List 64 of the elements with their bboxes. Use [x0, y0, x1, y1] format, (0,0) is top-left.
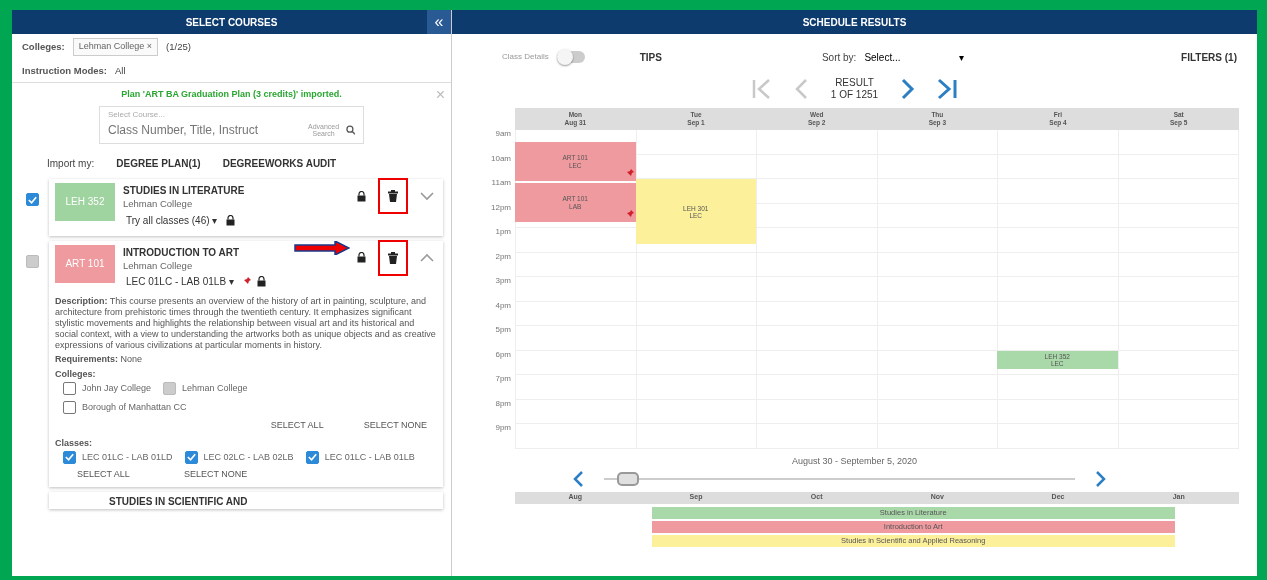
chevron-down-icon[interactable]: [420, 191, 434, 201]
lock-icon[interactable]: [256, 276, 266, 288]
course-requirements: Requirements: None: [55, 354, 144, 366]
hour-label: 1pm: [495, 227, 511, 236]
checkbox-label: LEC 02LC - LAB 02LB: [203, 450, 294, 464]
hour-label: 9pm: [495, 423, 511, 432]
arrow-icon: [294, 240, 350, 255]
import-button[interactable]: DEGREE PLAN(1): [116, 156, 201, 172]
filter-label: Colleges:: [22, 39, 65, 54]
course-badge: LEH 352: [55, 183, 115, 222]
section-label: Classes:: [55, 437, 94, 451]
panel-title: SCHEDULE RESULTS: [802, 15, 907, 30]
hour-label: 5pm: [495, 325, 511, 334]
course-title: STUDIES IN LITERATURE: [123, 184, 245, 199]
course-description: Description: This course presents an overview of the history of art in painting, sculpture, and architecture from prehistoric times through the twentieth century. It emphasizes significant stylistic movements and highlights the relationship between visual art and its historical and social context, with a view to understanding the artworks both as unique objects and as creative expressions of various civilizations at particular moments in history.: [55, 296, 437, 352]
previous-week-button[interactable]: [572, 470, 584, 488]
section-dropdown[interactable]: Try all classes (46) ▾: [123, 209, 221, 231]
last-button[interactable]: [936, 77, 959, 101]
toggle-switch[interactable]: [556, 51, 585, 63]
hour-label: 10am: [491, 153, 511, 163]
hour-label: 2pm: [495, 251, 511, 261]
checkbox-label: John Jay College: [82, 381, 152, 395]
import-notice: Plan 'ART BA Graduation Plan (3 credits)' imported.: [121, 88, 342, 99]
lock-icon[interactable]: [226, 214, 236, 226]
checkbox-label: Borough of Manhattan CC: [82, 401, 187, 415]
import-button[interactable]: DEGREEWORKS AUDIT: [222, 156, 337, 172]
hour-label: 3pm: [495, 276, 511, 285]
slider-thumb[interactable]: [616, 472, 639, 486]
course-title: STUDIES IN SCIENTIFIC AND: [109, 495, 248, 507]
section-label: Colleges:: [55, 368, 97, 382]
highlight-box: [378, 239, 408, 276]
hour-label: 7pm: [495, 374, 511, 383]
hour-label: 8pm: [495, 398, 511, 408]
sort-label: Sort by:: [821, 50, 857, 65]
highlight-box: [378, 178, 408, 215]
panel-title: SELECT COURSES: [185, 15, 278, 30]
toggle-label: Class Details: [502, 51, 549, 63]
search-icon[interactable]: [345, 124, 355, 137]
checkbox-label: LEC 01LC - LAB 01LD: [82, 450, 173, 464]
hour-label: 12pm: [491, 202, 511, 212]
checkbox-label: Lehman College: [182, 381, 248, 395]
filter-value: All: [115, 63, 126, 78]
hour-label: 9am: [495, 129, 511, 138]
filter-count: (1/25): [166, 39, 191, 54]
filter-label: Instruction Modes:: [22, 63, 107, 78]
hour-label: 6pm: [495, 349, 511, 359]
date-range: August 30 - September 5, 2020: [790, 454, 919, 468]
course-college: Lehman College: [123, 198, 194, 210]
course-title: INTRODUCTION TO ART: [123, 245, 240, 260]
hour-label: 11am: [491, 178, 511, 187]
collapse-button[interactable]: «: [427, 10, 451, 34]
next-week-button[interactable]: [1095, 470, 1107, 488]
course-badge: ART 101: [55, 244, 115, 283]
filter-chip[interactable]: Lehman College ×: [72, 38, 159, 56]
sort-dropdown[interactable]: Select... ▾: [864, 49, 964, 65]
tips-button[interactable]: TIPS: [639, 49, 662, 65]
checkbox-label: LEC 01LC - LAB 01LB: [324, 450, 415, 464]
filters-button[interactable]: FILTERS (1): [1181, 49, 1237, 65]
hour-label: 4pm: [495, 300, 511, 310]
import-label: Import my:: [47, 157, 95, 172]
result-count: 1 OF 1251: [830, 89, 879, 101]
result-label: RESULT: [834, 77, 875, 89]
checkbox[interactable]: [26, 193, 39, 207]
course-college: Lehman College: [123, 259, 194, 272]
